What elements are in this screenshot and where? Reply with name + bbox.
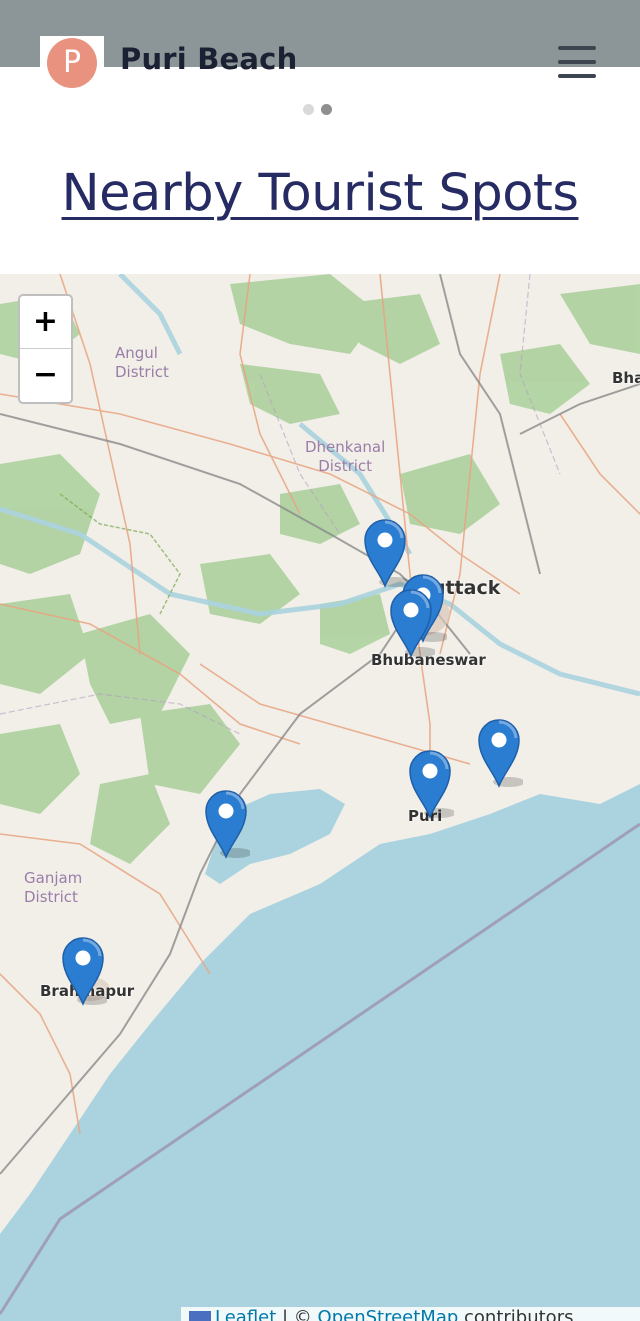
label-dhenkanal: Dhenkanal District (305, 438, 385, 476)
page-title[interactable]: Nearby Tourist Spots (0, 164, 640, 223)
map-tiles (0, 274, 640, 1315)
label-ganjam-district: District (24, 888, 78, 906)
label-ganjam-name: Ganjam (24, 869, 83, 887)
label-ganjam: Ganjam District (24, 869, 82, 907)
label-dhenkanal-district: District (318, 457, 373, 475)
label-angul-district: District (115, 363, 169, 381)
zoom-in-button[interactable]: + (20, 296, 71, 349)
hamburger-menu-icon[interactable] (556, 44, 598, 80)
brand-name[interactable]: Puri Beach (120, 42, 297, 76)
map[interactable]: Angul District Dhenkanal District Ganjam… (0, 274, 640, 1321)
logo[interactable]: P (40, 36, 104, 90)
map-attribution: Leaflet | © OpenStreetMap contributors (181, 1307, 640, 1321)
carousel-dot-active[interactable] (321, 104, 332, 115)
label-bha: Bha (612, 369, 640, 387)
site-header: P Puri Beach (0, 0, 640, 140)
leaflet-link[interactable]: Leaflet (215, 1307, 276, 1321)
carousel-dot[interactable] (303, 104, 314, 115)
label-angul-name: Angul (115, 344, 158, 362)
map-pin-icon[interactable] (475, 716, 523, 788)
logo-letter: P (47, 38, 97, 88)
flag-icon (189, 1311, 211, 1321)
map-pin-icon[interactable] (202, 787, 250, 859)
attribution-separator: | © (276, 1307, 318, 1321)
label-dhenkanal-name: Dhenkanal (305, 438, 386, 456)
map-pin-icon[interactable] (406, 747, 454, 819)
map-pin-icon[interactable] (59, 934, 107, 1006)
zoom-out-button[interactable]: − (20, 349, 71, 401)
zoom-control: + − (18, 294, 73, 404)
map-pin-icon[interactable] (387, 586, 435, 658)
attribution-suffix: contributors (458, 1307, 574, 1321)
label-angul: Angul District (115, 344, 169, 382)
osm-link[interactable]: OpenStreetMap (318, 1307, 459, 1321)
